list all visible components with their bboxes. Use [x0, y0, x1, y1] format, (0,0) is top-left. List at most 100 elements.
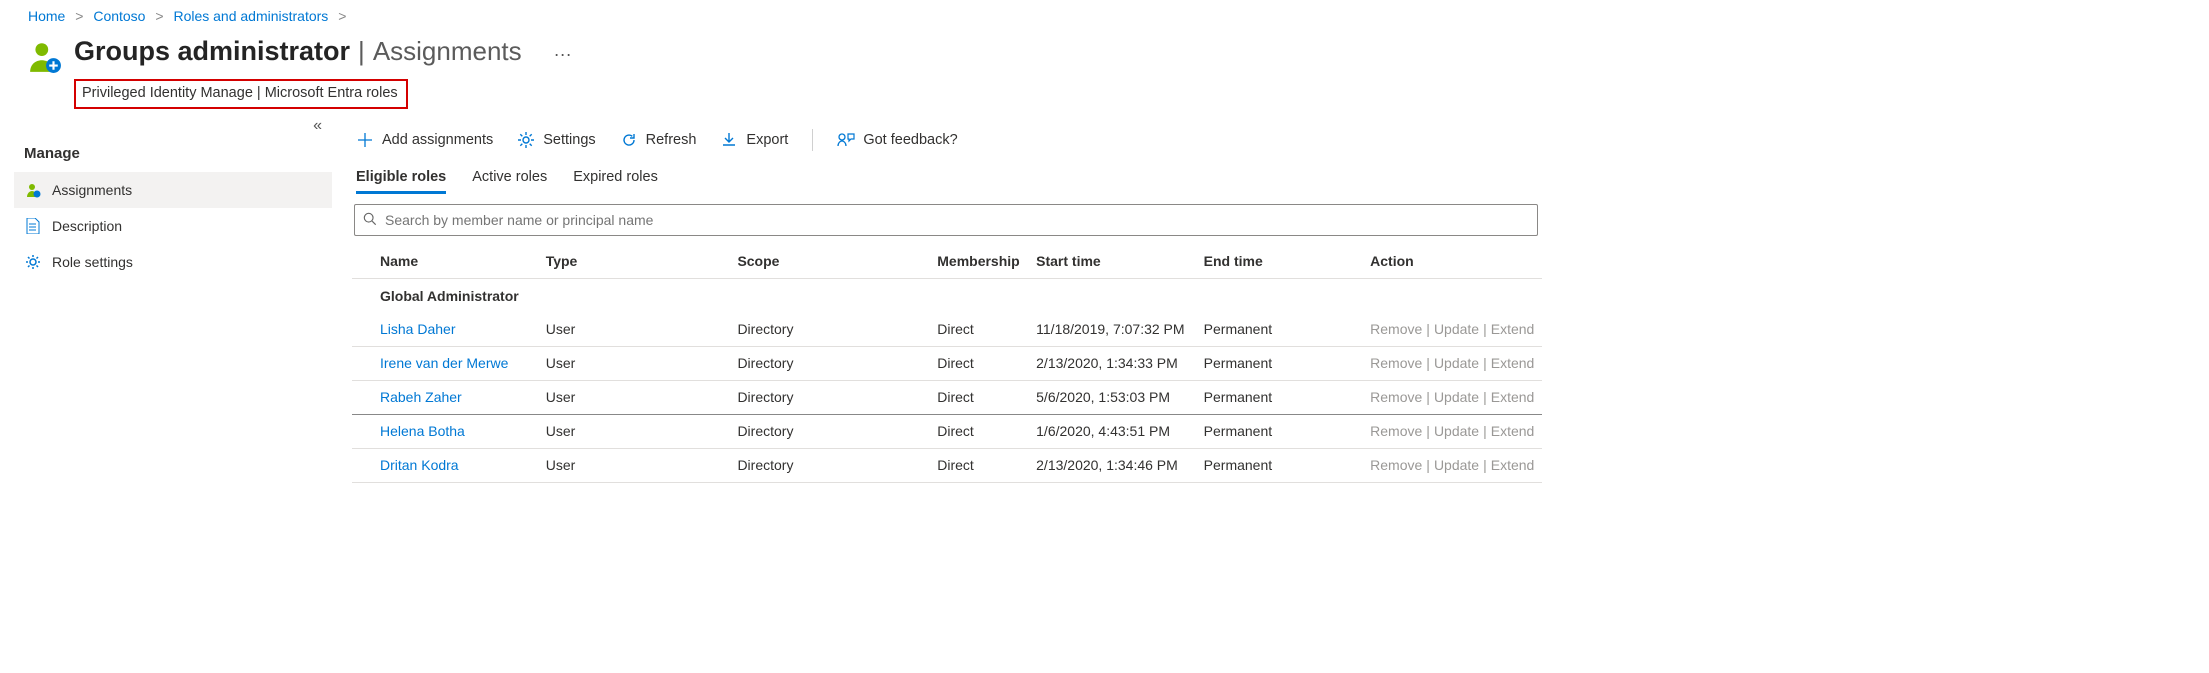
refresh-icon: [620, 132, 638, 148]
group-label: Global Administrator: [352, 278, 1542, 312]
action-remove[interactable]: Remove: [1370, 321, 1422, 337]
plus-icon: [356, 132, 374, 148]
cell-membership: Direct: [931, 380, 1030, 414]
search-box[interactable]: [354, 204, 1538, 236]
toolbar-label: Export: [746, 132, 788, 148]
sidebar-item-role-settings[interactable]: Role settings: [14, 244, 332, 280]
action-update[interactable]: Update: [1434, 355, 1479, 371]
refresh-button[interactable]: Refresh: [620, 132, 697, 148]
role-icon: [28, 36, 62, 77]
member-name-link[interactable]: Dritan Kodra: [380, 457, 459, 473]
action-update[interactable]: Update: [1434, 457, 1479, 473]
cell-start: 2/13/2020, 1:34:33 PM: [1030, 346, 1198, 380]
cell-actions: Remove|Update|Extend: [1364, 380, 1542, 414]
col-header-end[interactable]: End time: [1198, 244, 1365, 278]
action-extend[interactable]: Extend: [1491, 423, 1535, 439]
action-update[interactable]: Update: [1434, 389, 1479, 405]
member-name-link[interactable]: Irene van der Merwe: [380, 355, 508, 371]
action-remove[interactable]: Remove: [1370, 389, 1422, 405]
cell-membership: Direct: [931, 312, 1030, 346]
table-row[interactable]: Helena BothaUserDirectoryDirect1/6/2020,…: [352, 414, 1542, 448]
col-header-start[interactable]: Start time: [1030, 244, 1198, 278]
tab-eligible-roles[interactable]: Eligible roles: [356, 163, 446, 194]
cell-type: User: [540, 380, 732, 414]
toolbar-label: Add assignments: [382, 132, 493, 148]
cell-end: Permanent: [1198, 346, 1365, 380]
member-name-link[interactable]: Helena Botha: [380, 423, 465, 439]
action-extend[interactable]: Extend: [1491, 355, 1535, 371]
cell-membership: Direct: [931, 346, 1030, 380]
cell-scope: Directory: [731, 414, 931, 448]
col-header-action[interactable]: Action: [1364, 244, 1542, 278]
action-remove[interactable]: Remove: [1370, 355, 1422, 371]
gear-icon: [517, 132, 535, 148]
sidebar-item-label: Assignments: [52, 182, 132, 198]
member-name-link[interactable]: Rabeh Zaher: [380, 389, 462, 405]
cell-actions: Remove|Update|Extend: [1364, 312, 1542, 346]
table-row[interactable]: Irene van der MerweUserDirectoryDirect2/…: [352, 346, 1542, 380]
breadcrumb-sep: >: [69, 8, 89, 24]
export-button[interactable]: Export: [720, 132, 788, 148]
toolbar-label: Refresh: [646, 132, 697, 148]
settings-button[interactable]: Settings: [517, 132, 595, 148]
page-title: Groups administrator: [74, 36, 350, 67]
col-header-scope[interactable]: Scope: [731, 244, 931, 278]
toolbar-label: Settings: [543, 132, 595, 148]
cell-scope: Directory: [731, 312, 931, 346]
col-header-type[interactable]: Type: [540, 244, 732, 278]
cell-start: 2/13/2020, 1:34:46 PM: [1030, 448, 1198, 482]
sidebar-item-assignments[interactable]: Assignments: [14, 172, 332, 208]
search-input[interactable]: [377, 212, 1529, 228]
table-row[interactable]: Rabeh ZaherUserDirectoryDirect5/6/2020, …: [352, 380, 1542, 414]
action-update[interactable]: Update: [1434, 423, 1479, 439]
cell-actions: Remove|Update|Extend: [1364, 448, 1542, 482]
document-icon: [24, 218, 42, 234]
cell-actions: Remove|Update|Extend: [1364, 346, 1542, 380]
cell-type: User: [540, 448, 732, 482]
sidebar-item-description[interactable]: Description: [14, 208, 332, 244]
cell-type: User: [540, 346, 732, 380]
cell-end: Permanent: [1198, 380, 1365, 414]
add-assignments-button[interactable]: Add assignments: [356, 132, 493, 148]
breadcrumb-roles[interactable]: Roles and administrators: [173, 8, 328, 24]
action-extend[interactable]: Extend: [1491, 321, 1535, 337]
sidebar-item-label: Description: [52, 218, 122, 234]
cell-end: Permanent: [1198, 414, 1365, 448]
cell-start: 11/18/2019, 7:07:32 PM: [1030, 312, 1198, 346]
sidebar-item-label: Role settings: [52, 254, 133, 270]
col-header-membership[interactable]: Membership: [931, 244, 1030, 278]
action-remove[interactable]: Remove: [1370, 457, 1422, 473]
group-row[interactable]: Global Administrator: [352, 278, 1542, 312]
cell-start: 5/6/2020, 1:53:03 PM: [1030, 380, 1198, 414]
breadcrumb-sep: >: [149, 8, 169, 24]
action-remove[interactable]: Remove: [1370, 423, 1422, 439]
table-row[interactable]: Dritan KodraUserDirectoryDirect2/13/2020…: [352, 448, 1542, 482]
collapse-sidebar-icon[interactable]: «: [313, 117, 322, 135]
subtitle-context: Privileged Identity Manage | Microsoft E…: [74, 79, 408, 109]
action-extend[interactable]: Extend: [1491, 457, 1535, 473]
member-name-link[interactable]: Lisha Daher: [380, 321, 456, 337]
more-actions-icon[interactable]: ···: [530, 44, 572, 65]
action-update[interactable]: Update: [1434, 321, 1479, 337]
col-header-name[interactable]: Name: [352, 244, 540, 278]
gear-icon: [24, 254, 42, 270]
search-icon: [363, 212, 377, 229]
feedback-button[interactable]: Got feedback?: [837, 132, 957, 148]
toolbar-divider: [812, 129, 813, 151]
cell-end: Permanent: [1198, 448, 1365, 482]
action-extend[interactable]: Extend: [1491, 389, 1535, 405]
breadcrumb-contoso[interactable]: Contoso: [93, 8, 145, 24]
download-icon: [720, 132, 738, 148]
cell-actions: Remove|Update|Extend: [1364, 414, 1542, 448]
tab-active-roles[interactable]: Active roles: [472, 163, 547, 194]
breadcrumb-home[interactable]: Home: [28, 8, 65, 24]
toolbar-label: Got feedback?: [863, 132, 957, 148]
sidebar-heading: Manage: [14, 117, 332, 172]
tab-expired-roles[interactable]: Expired roles: [573, 163, 658, 194]
feedback-icon: [837, 132, 855, 148]
page-title-sep: |: [358, 36, 365, 67]
table-row[interactable]: Lisha DaherUserDirectoryDirect11/18/2019…: [352, 312, 1542, 346]
cell-start: 1/6/2020, 4:43:51 PM: [1030, 414, 1198, 448]
cell-end: Permanent: [1198, 312, 1365, 346]
breadcrumb-sep: >: [332, 8, 352, 24]
